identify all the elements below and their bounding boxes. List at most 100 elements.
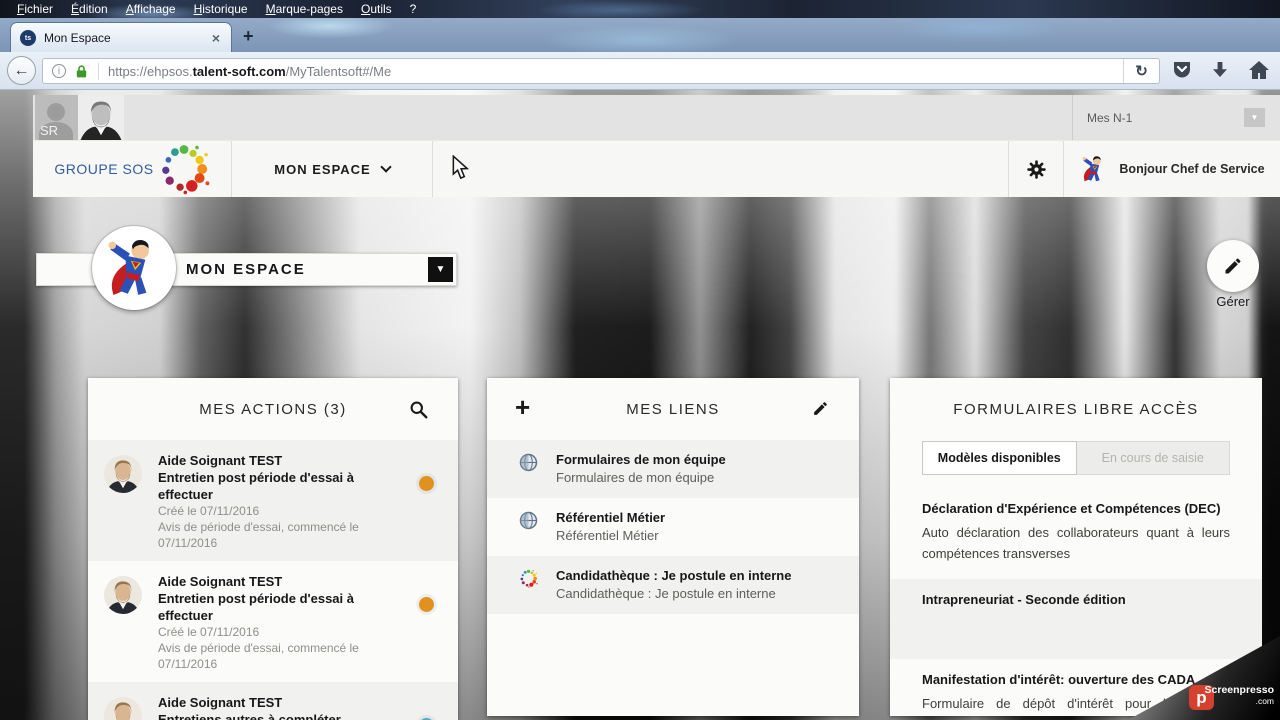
menu-marque-pages[interactable]: Marque-pages xyxy=(257,2,352,16)
menu-outils[interactable]: Outils xyxy=(352,2,401,16)
status-dot xyxy=(419,476,434,491)
home-icon[interactable] xyxy=(1248,60,1270,80)
team-selector-dropdown-icon[interactable]: ▼ xyxy=(1244,108,1265,127)
url-prefix: https://ehpsos. xyxy=(108,63,193,79)
panel-links-title: MES LIENS xyxy=(626,400,720,418)
pocket-icon[interactable] xyxy=(1172,60,1192,80)
tab-en-cours-de-saisie[interactable]: En cours de saisie xyxy=(1076,441,1230,475)
form-title: Intrapreneuriat - Seconde édition xyxy=(922,592,1126,607)
panel-forms-title: FORMULAIRES LIBRE ACCÈS xyxy=(953,400,1199,418)
url-bar[interactable]: i https://ehpsos. talent-soft.com/MyTalen… xyxy=(42,58,1160,84)
link-subtitle: Référentiel Métier xyxy=(556,528,659,543)
employee-name: Aide Soignant TEST xyxy=(158,695,283,710)
tab-modeles-disponibles[interactable]: Modèles disponibles xyxy=(922,441,1077,475)
status-dot xyxy=(419,597,434,612)
globe-icon xyxy=(519,511,538,530)
team-selector-label: Mes N-1 xyxy=(1087,110,1133,125)
hero-dropdown-button[interactable]: ▼ xyxy=(428,257,453,282)
action-meta: Créé le 07/11/2016 xyxy=(158,504,260,518)
action-task: Entretiens autres à compléter xyxy=(158,712,341,720)
url-domain: talent-soft.com xyxy=(192,63,286,79)
browser-tab-bar: ts Mon Espace × + xyxy=(0,18,1280,53)
action-meta: Avis de période d'essai, commencé le xyxy=(158,641,359,655)
settings-button[interactable] xyxy=(1008,141,1064,197)
page-info-icon[interactable]: i xyxy=(52,64,66,78)
link-title: Candidathèque : Je postule en interne xyxy=(556,568,792,583)
search-icon[interactable] xyxy=(409,400,428,419)
gear-icon xyxy=(1026,159,1047,180)
user-photo-avatar[interactable] xyxy=(78,95,124,140)
reload-button[interactable]: ↻ xyxy=(1123,59,1159,83)
greeting-text: Bonjour Chef de Service xyxy=(1119,162,1265,176)
panel-forms-header: FORMULAIRES LIBRE ACCÈS xyxy=(890,378,1262,440)
tab-title: Mon Espace xyxy=(44,31,111,45)
menu-edition[interactable]: Édition xyxy=(62,2,117,16)
tab-mon-espace[interactable]: ts Mon Espace × xyxy=(10,22,232,53)
page-content: SR Mes N-1 ▼ GROUPE SOS MON ESPACE Bonjo… xyxy=(0,90,1280,720)
download-icon[interactable] xyxy=(1210,60,1230,80)
action-meta: Avis de période d'essai, commencé le xyxy=(158,520,359,534)
forms-tabs: Modèles disponibles En cours de saisie xyxy=(922,441,1230,475)
tab-close-icon[interactable]: × xyxy=(210,30,222,46)
action-item[interactable]: Aide Soignant TEST Entretiens autres à c… xyxy=(88,682,458,720)
superman-avatar-icon xyxy=(101,235,167,301)
employee-avatar xyxy=(104,697,142,720)
talentsoft-swirl-icon xyxy=(519,569,538,588)
link-item[interactable]: Candidathèque : Je postule en interne Ca… xyxy=(487,556,859,614)
nav-item-mon-espace[interactable]: MON ESPACE xyxy=(232,141,433,197)
brand-name: GROUPE SOS xyxy=(54,161,154,177)
menu-help[interactable]: ? xyxy=(401,2,426,16)
panel-mes-actions: MES ACTIONS (3) Aide Soignant TEST Entre… xyxy=(88,378,458,720)
browser-menu-bar: Fichier Édition Affichage Historique Mar… xyxy=(0,0,1280,18)
url-path: /MyTalentsoft#/Me xyxy=(285,63,392,79)
user-greeting[interactable]: Bonjour Chef de Service xyxy=(1064,141,1280,197)
superman-avatar-icon xyxy=(1079,154,1109,184)
team-selector[interactable]: Mes N-1 ▼ xyxy=(1072,95,1280,140)
mouse-cursor xyxy=(452,155,469,180)
link-subtitle: Candidathèque : Je postule en interne xyxy=(556,586,776,601)
screenpresso-watermark: p Screenpresso .com xyxy=(1128,636,1280,720)
action-item[interactable]: Aide Soignant TEST Entretien post périod… xyxy=(88,440,458,561)
employee-avatar xyxy=(104,455,142,493)
nav-item-label: MON ESPACE xyxy=(274,161,371,177)
watermark-tld: .com xyxy=(1255,696,1274,706)
menu-historique[interactable]: Historique xyxy=(185,2,257,16)
employee-name: Aide Soignant TEST xyxy=(158,453,283,468)
portrait-photo xyxy=(78,95,124,140)
chevron-down-icon xyxy=(380,160,392,173)
new-tab-button[interactable]: + xyxy=(243,26,254,47)
groupe-sos-logo[interactable]: GROUPE SOS xyxy=(33,141,232,197)
manage-button[interactable] xyxy=(1207,240,1259,292)
action-task: Entretien post période d'essai à effectu… xyxy=(158,470,354,502)
edit-links-pencil-icon[interactable] xyxy=(812,400,829,417)
add-link-icon[interactable]: + xyxy=(515,394,530,420)
link-title: Formulaires de mon équipe xyxy=(556,452,726,467)
action-item[interactable]: Aide Soignant TEST Entretien post périod… xyxy=(88,561,458,682)
hero-title: MON ESPACE xyxy=(186,261,306,278)
menu-fichier[interactable]: Fichier xyxy=(8,2,62,16)
menu-affichage[interactable]: Affichage xyxy=(117,2,185,16)
browser-nav-toolbar: ← i https://ehpsos. talent-soft.com/MyTal… xyxy=(0,52,1280,90)
pencil-icon xyxy=(1223,256,1243,276)
site-header: GROUPE SOS MON ESPACE Bonjour Chef de Se… xyxy=(33,140,1280,197)
employee-avatar xyxy=(104,576,142,614)
hero-superman-avatar[interactable] xyxy=(92,226,176,310)
action-task: Entretien post période d'essai à effectu… xyxy=(158,591,354,623)
https-lock-icon[interactable] xyxy=(74,64,89,79)
action-meta: 07/11/2016 xyxy=(158,657,218,671)
form-title: Déclaration d'Expérience et Compétences … xyxy=(922,501,1221,516)
back-button[interactable]: ← xyxy=(7,56,36,85)
brand-swirl-icon xyxy=(158,143,210,195)
link-item[interactable]: Formulaires de mon équipe Formulaires de… xyxy=(487,440,859,498)
avatar-placeholder-sr[interactable]: SR xyxy=(35,95,78,140)
form-description: Auto déclaration des collaborateurs quan… xyxy=(922,525,1230,561)
url-divider xyxy=(98,62,99,80)
form-template-item[interactable]: Déclaration d'Expérience et Compétences … xyxy=(890,488,1262,579)
action-meta: 07/11/2016 xyxy=(158,536,218,550)
avatar-initials: SR xyxy=(40,123,59,138)
link-title: Référentiel Métier xyxy=(556,510,666,525)
panel-links-header: + MES LIENS xyxy=(487,378,859,440)
link-item[interactable]: Référentiel Métier Référentiel Métier xyxy=(487,498,859,556)
watermark-brand: Screenpresso xyxy=(1204,684,1274,696)
panel-actions-header: MES ACTIONS (3) xyxy=(88,378,458,440)
